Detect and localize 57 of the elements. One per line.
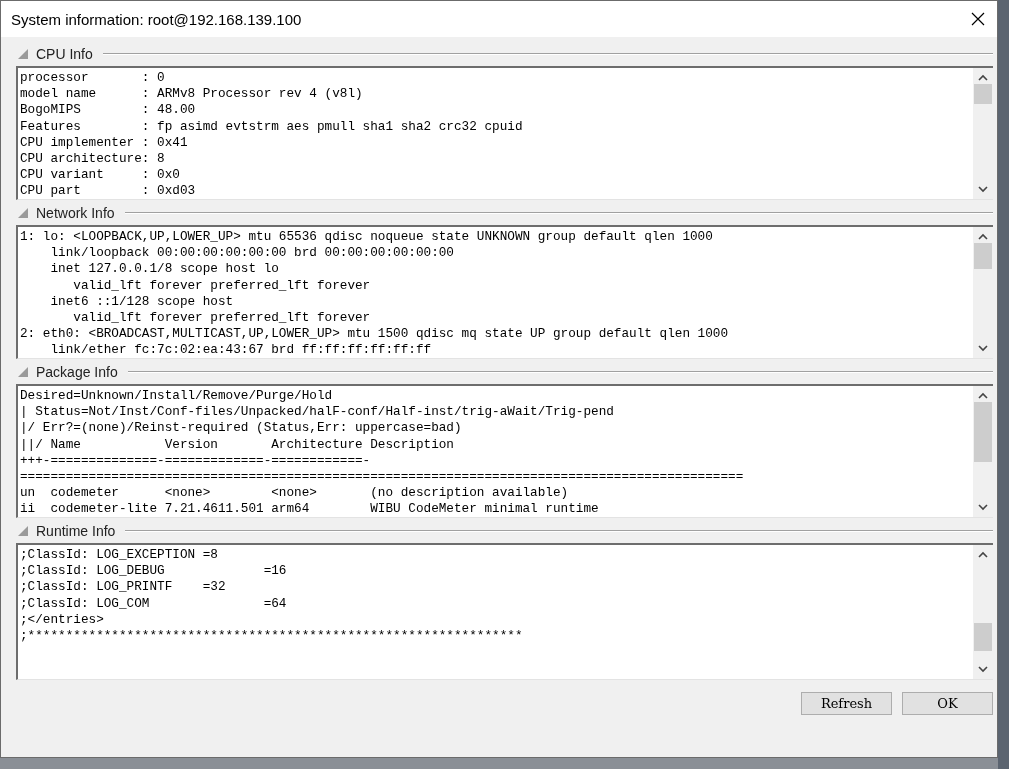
output-line: inet 127.0.0.1/8 scope host lo [49,261,279,278]
output-line: ;***************************************************************** [20,628,523,645]
scroll-up-icon[interactable] [978,551,988,558]
scrollbar-thumb[interactable] [974,623,992,651]
output-line: processor : 0 [20,70,165,87]
scroll-down-icon[interactable] [978,504,988,511]
output-line: ;ClassId: LOG_DEBUG =16 [20,563,287,580]
section-title: Runtime Info [36,523,116,539]
output-line: CPU part : 0xd03 [20,183,196,199]
output-line: CPU variant : 0x0 [20,167,180,184]
close-icon[interactable] [971,12,985,26]
output-line: ;ClassId: LOG_EXCEPTION =8 [20,547,218,564]
output-box[interactable]: ;ClassId: LOG_EXCEPTION =8 ;ClassId: LOG_DEBUG =16 ;ClassId: LOG_PRINTF =32 ;ClassId: LOG_COM =64 ;</entries> ;***************************************************************** [16,543,993,680]
output-line: model name : ARMv8 Processor rev 4 (v8l) [20,86,363,103]
window-title: System information: root@192.168.139.100 [11,10,302,28]
scroll-down-icon[interactable] [978,186,988,193]
output-line: link/ether fc:7c:02:ea:43:67 brd ff:ff:ff:ff:ff:ff [49,342,432,358]
refresh-button[interactable]: Refresh [801,692,892,715]
output-box[interactable] [16,384,993,518]
output-line: |/ Err?=(none)/Reinst-required (Status,Err: uppercase=bad) [20,420,462,437]
scroll-down-icon[interactable] [978,345,988,352]
scrollbar-thumb[interactable] [974,243,992,269]
section-title: CPU Info [36,46,93,62]
output-line: 1: lo: <LOOPBACK,UP,LOWER_UP> mtu 65536 qdisc noqueue state UNKNOWN group default qlen 1000 [20,229,713,246]
output-line: inet6 ::1/128 scope host [49,293,234,310]
scrollbar[interactable] [973,545,993,679]
scrollbar-thumb[interactable] [974,84,992,104]
output-line: link/loopback 00:00:00:00:00:00 brd 00:00:00:00:00:00 [49,245,454,262]
output-line: ;ClassId: LOG_COM =64 [20,595,287,612]
output-line: 2: eth0: <BROADCAST,MULTICAST,UP,LOWER_UP> mtu 1500 qdisc mq state UP group default qlen 1000 [20,326,729,343]
output-line: ii codemeter-lite 7.21.4611.501 arm64 WIBU CodeMeter minimal runtime [20,501,599,517]
output-line: Desired=Unknown/Install/Remove/Purge/Hold [20,388,333,405]
output-line: CPU architecture: 8 [20,151,165,168]
output-line: +++-==============-=============-============- [20,452,371,469]
scroll-up-icon[interactable] [978,74,988,81]
output-line: =============================================================================================== [20,469,744,486]
output-box[interactable] [16,225,993,359]
output-line: ;</entries> [20,611,104,628]
output-line: ||/ Name Version Architecture Description [20,436,454,453]
output-line: | Status=Not/Inst/Conf-files/Unpacked/halF-conf/Half-inst/trig-aWait/Trig-pend [20,404,614,421]
output-line: CPU implementer : 0x41 [20,134,188,151]
ok-button[interactable]: OK [902,692,993,715]
section-title: Network Info [36,205,115,221]
scrollbar-thumb[interactable] [974,402,992,462]
scroll-down-icon[interactable] [978,666,988,673]
scrollbar[interactable] [973,68,993,199]
output-line: valid_lft forever preferred_lft forever [72,277,371,294]
section-title: Package Info [36,364,118,380]
scrollbar[interactable] [973,227,993,358]
output-line: Features : fp asimd evtstrm aes pmull sha1 sha2 crc32 cpuid [20,118,523,135]
output-line: BogoMIPS : 48.00 [20,102,196,119]
scrollbar[interactable] [973,386,993,517]
scroll-up-icon[interactable] [978,392,988,399]
scroll-up-icon[interactable] [978,233,988,240]
output-line: un codemeter <none> <none> (no description available) [20,485,569,502]
output-line: ;ClassId: LOG_PRINTF =32 [20,579,226,596]
output-line: valid_lft forever preferred_lft forever [72,310,371,327]
